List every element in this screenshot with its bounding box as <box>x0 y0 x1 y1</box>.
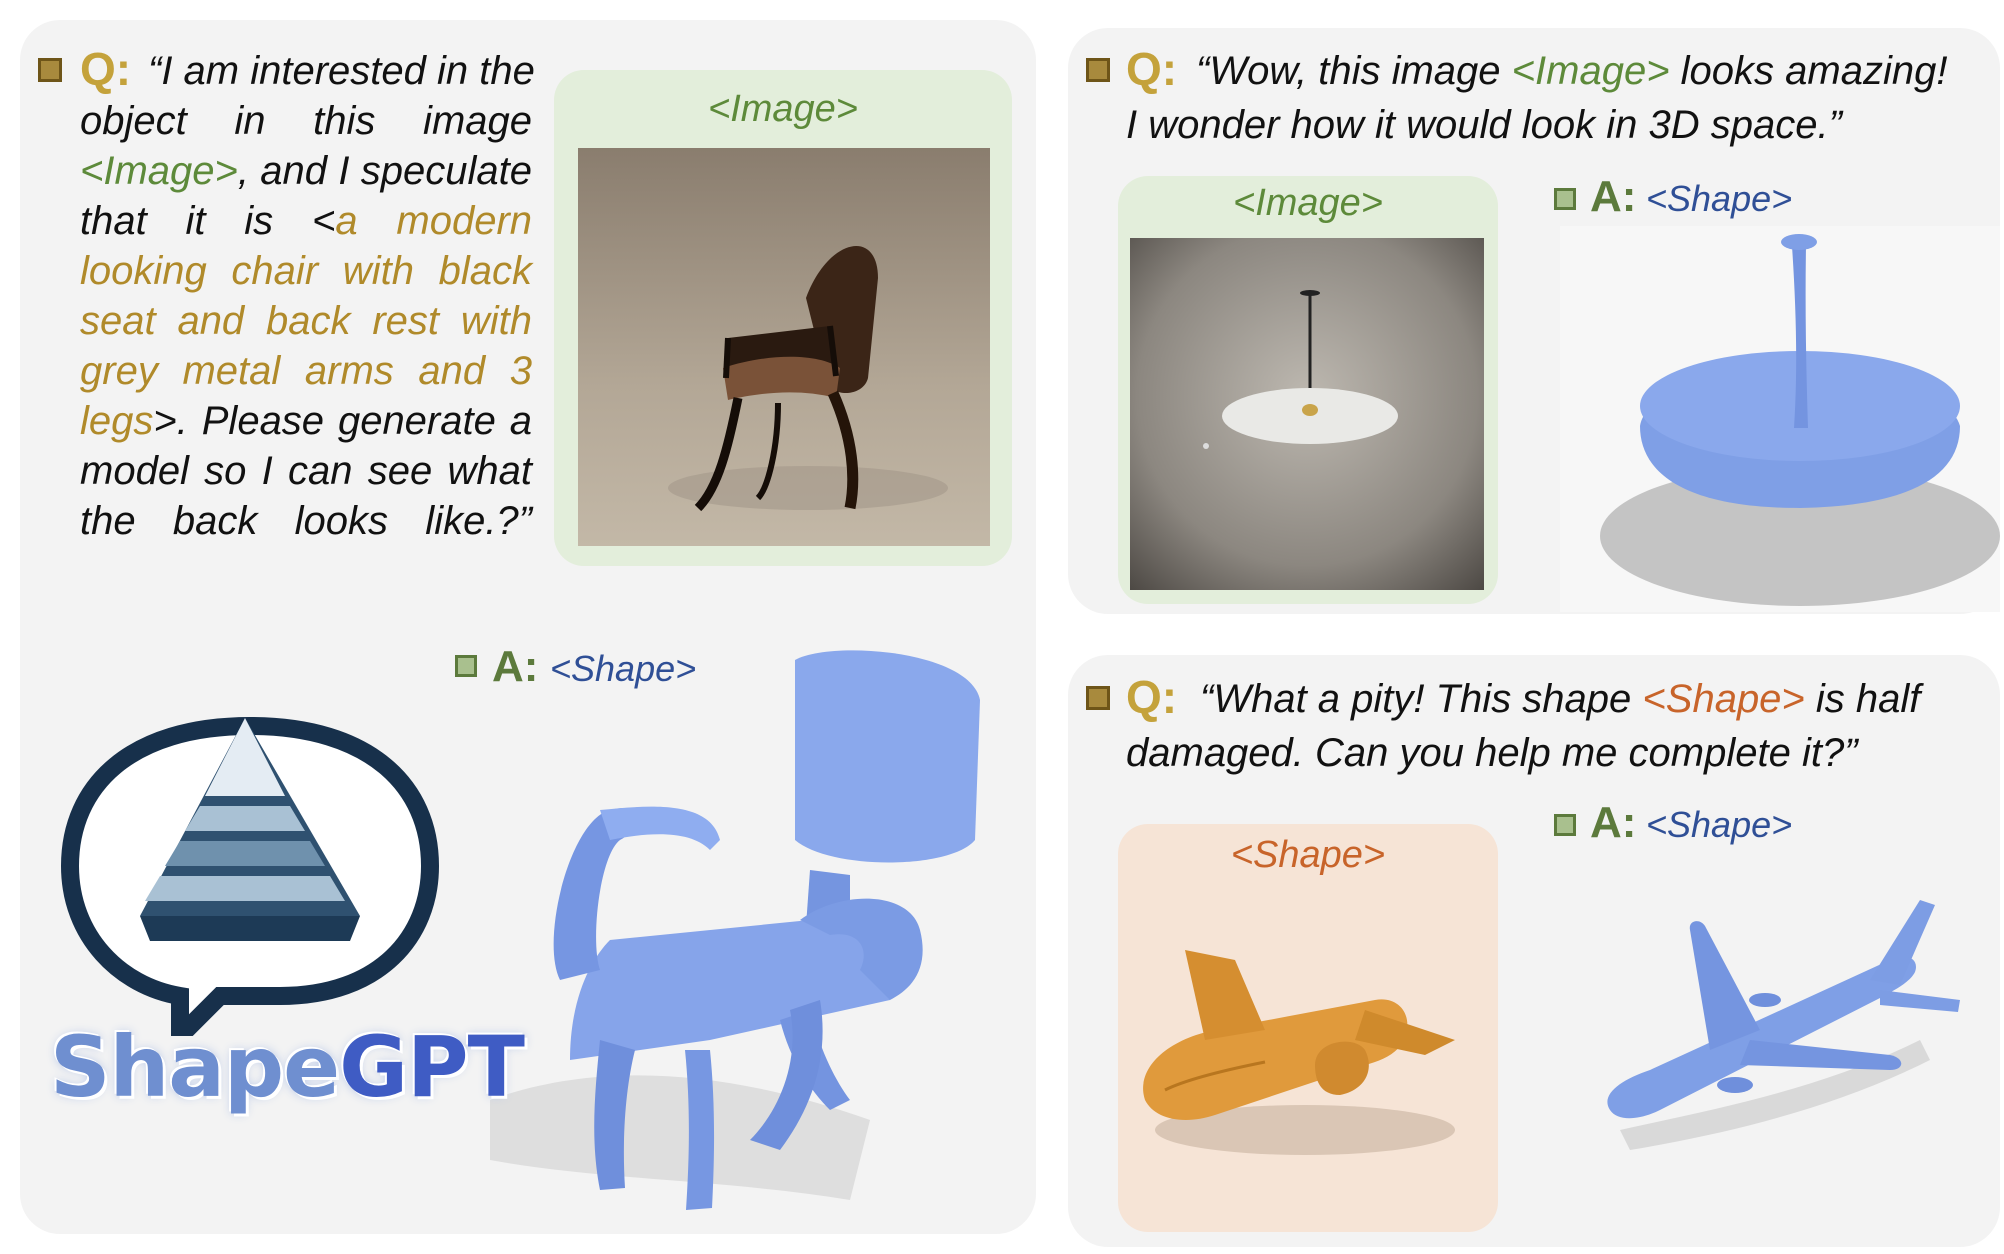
shapegpt-logo-icon <box>60 706 440 1036</box>
question-line: the back looks like.?” <box>80 496 532 546</box>
question-segment: that it is < <box>80 199 336 243</box>
generated-lamp-shape <box>1560 226 2000 612</box>
question-segment: , and I speculate <box>237 149 532 193</box>
image-card-label: <Image> <box>708 88 858 130</box>
question-segment: a modern <box>335 199 533 243</box>
question-segment: legs <box>80 399 154 443</box>
damaged-plane-shape <box>1125 930 1495 1170</box>
question-segment: <Image> <box>80 149 238 193</box>
question-segment: seat and back rest with <box>80 299 532 343</box>
q-label: Q: <box>1126 43 1178 95</box>
left-question-text: “I am interested in the object in this im… <box>80 46 535 546</box>
completed-plane-shape <box>1560 880 1980 1180</box>
question-line: legs>. Please generate a <box>80 396 532 446</box>
answer-bullet-icon <box>1554 188 1576 210</box>
question-line: <Image>, and I speculate <box>80 146 532 196</box>
lamp-photo <box>1130 238 1484 590</box>
question-line: that it is <a modern <box>80 196 532 246</box>
question-line: grey metal arms and 3 <box>80 346 532 396</box>
top-right-question-line-1: “Wow, this image <Image> looks amazing! <box>1196 49 1948 93</box>
shape-card-label: <Shape> <box>1230 834 1386 876</box>
a-label: A: <box>1590 798 1637 847</box>
a-shape-tag: <Shape> <box>1646 804 1793 845</box>
q-label: Q: <box>1126 671 1178 723</box>
question-line: object in this image <box>80 96 532 146</box>
shapegpt-logo-text: ShapeGPT <box>50 1018 525 1116</box>
answer-bullet-icon <box>1554 814 1576 836</box>
question-segment: “I am interested in the <box>148 49 535 93</box>
question-segment: model so I can see what <box>80 449 532 493</box>
question-segment: grey metal arms and 3 <box>80 349 532 393</box>
question-line: looking chair with black <box>80 246 532 296</box>
question-line: model so I can see what <box>80 446 532 496</box>
a-shape-tag: <Shape> <box>1646 178 1793 219</box>
question-segment: >. Please generate a <box>153 399 532 443</box>
question-line: “I am interested in the <box>80 46 535 96</box>
bottom-right-question-line-1: “What a pity! This shape <Shape> is half <box>1200 677 1921 721</box>
bottom-right-question-line-2: damaged. Can you help me complete it?” <box>1126 731 1858 775</box>
question-bullet-icon <box>1086 58 1110 82</box>
question-bullet-icon <box>1086 686 1110 710</box>
question-bullet-icon <box>38 58 62 82</box>
generated-chair-shape <box>450 640 1030 1230</box>
question-line: seat and back rest with <box>80 296 532 346</box>
a-label: A: <box>1590 172 1637 221</box>
top-right-question-line-2: I wonder how it would look in 3D space.” <box>1126 103 1842 147</box>
chair-photo <box>578 148 990 546</box>
question-segment: object in this image <box>80 99 532 143</box>
question-segment: looking chair with black <box>80 249 532 293</box>
question-segment: the back looks like.?” <box>80 499 532 543</box>
image-card-label: <Image> <box>1233 182 1383 224</box>
